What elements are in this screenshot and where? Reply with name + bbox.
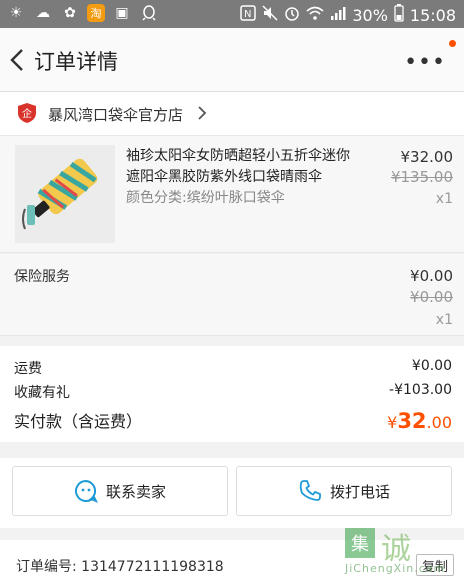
battery-icon bbox=[394, 4, 404, 26]
shipping-value: ¥0.00 bbox=[411, 358, 452, 374]
phone-icon bbox=[299, 480, 321, 501]
order-summary: 运费 ¥0.00 收藏有礼 -¥103.00 实付款（含运费） ¥32.00 bbox=[0, 346, 464, 442]
insurance-original-price: ¥0.00 bbox=[410, 288, 453, 306]
qq-icon bbox=[139, 4, 159, 22]
more-button[interactable]: ••• bbox=[404, 50, 446, 75]
nfc-icon: N bbox=[240, 5, 257, 25]
back-button[interactable] bbox=[6, 42, 30, 78]
watermark-logo: 集 诚 JiChengXin.com bbox=[345, 528, 461, 580]
product-title: 袖珍太阳伞女防晒超轻小五折伞迷你遮阳伞黑胶防紫外线口袋晴雨伞 bbox=[126, 148, 350, 185]
total-value: ¥32.00 bbox=[387, 409, 452, 433]
product-image bbox=[15, 145, 115, 243]
total-currency: ¥ bbox=[387, 413, 398, 432]
call-phone-button[interactable]: 拨打电话 bbox=[236, 466, 452, 516]
product-attribute: 颜色分类:缤纷叶脉口袋伞 bbox=[126, 190, 285, 206]
contact-seller-button[interactable]: 联系卖家 bbox=[12, 466, 228, 516]
page-title: 订单详情 bbox=[34, 50, 118, 74]
watermark-text: JiChengXin.com bbox=[345, 562, 446, 575]
clock: 15:08 bbox=[409, 5, 456, 25]
wifi-icon bbox=[306, 5, 324, 25]
notification-dot bbox=[449, 40, 456, 47]
nav-bar: 订单详情 ••• bbox=[0, 28, 464, 92]
chevron-right-icon bbox=[196, 104, 208, 122]
product-item[interactable]: 袖珍太阳伞女防晒超轻小五折伞迷你遮阳伞黑胶防紫外线口袋晴雨伞 颜色分类:缤纷叶脉… bbox=[0, 136, 464, 253]
svg-text:N: N bbox=[244, 9, 251, 20]
svg-text:企: 企 bbox=[22, 107, 32, 120]
action-bar: 联系卖家 拨打电话 bbox=[0, 458, 464, 528]
shipping-row: 运费 ¥0.00 bbox=[14, 358, 452, 378]
insurance-service: 保险服务 ¥0.00 ¥0.00 x1 bbox=[0, 254, 464, 336]
insurance-quantity: x1 bbox=[435, 312, 453, 328]
product-quantity: x1 bbox=[435, 191, 453, 207]
favorite-gift-label: 收藏有礼 bbox=[14, 385, 70, 401]
chat-icon bbox=[74, 479, 98, 503]
shop-name: 暴风湾口袋伞官方店 bbox=[48, 106, 184, 124]
image-icon: ▣ bbox=[115, 5, 129, 21]
favorite-gift-value: -¥103.00 bbox=[389, 382, 452, 398]
total-integer: 32 bbox=[397, 409, 427, 433]
mute-icon bbox=[262, 5, 278, 25]
total-decimal: .00 bbox=[426, 413, 452, 432]
insurance-price: ¥0.00 bbox=[410, 267, 453, 285]
alarm-icon bbox=[284, 5, 300, 25]
shop-logo-icon: 企 bbox=[16, 102, 38, 124]
signal-icon bbox=[330, 5, 346, 25]
favorite-gift-row: 收藏有礼 -¥103.00 bbox=[14, 382, 452, 402]
weather-icon: ☀ bbox=[9, 5, 23, 21]
product-original-price: ¥135.00 bbox=[390, 168, 453, 186]
total-label: 实付款（含运费） bbox=[14, 412, 143, 431]
product-price: ¥32.00 bbox=[400, 148, 454, 166]
battery-level: 30% bbox=[352, 5, 388, 25]
call-phone-label: 拨打电话 bbox=[329, 482, 390, 501]
flower-icon: ✿ bbox=[64, 5, 76, 21]
chevron-left-icon bbox=[10, 49, 23, 71]
status-bar: ☀ ☁ ✿ 淘 ▣ N 30% 15:08 bbox=[0, 0, 464, 28]
taobao-app-icon: 淘 bbox=[87, 4, 105, 22]
watermark-char: 集 bbox=[345, 528, 375, 558]
total-row: 实付款（含运费） ¥32.00 bbox=[14, 408, 452, 433]
contact-seller-label: 联系卖家 bbox=[105, 482, 166, 501]
cloud-icon: ☁ bbox=[36, 5, 50, 21]
insurance-label: 保险服务 bbox=[14, 269, 70, 285]
shipping-label: 运费 bbox=[14, 361, 42, 377]
order-number: 订单编号: 1314772111198318 bbox=[16, 559, 224, 575]
shop-row[interactable]: 企 暴风湾口袋伞官方店 bbox=[0, 92, 464, 136]
